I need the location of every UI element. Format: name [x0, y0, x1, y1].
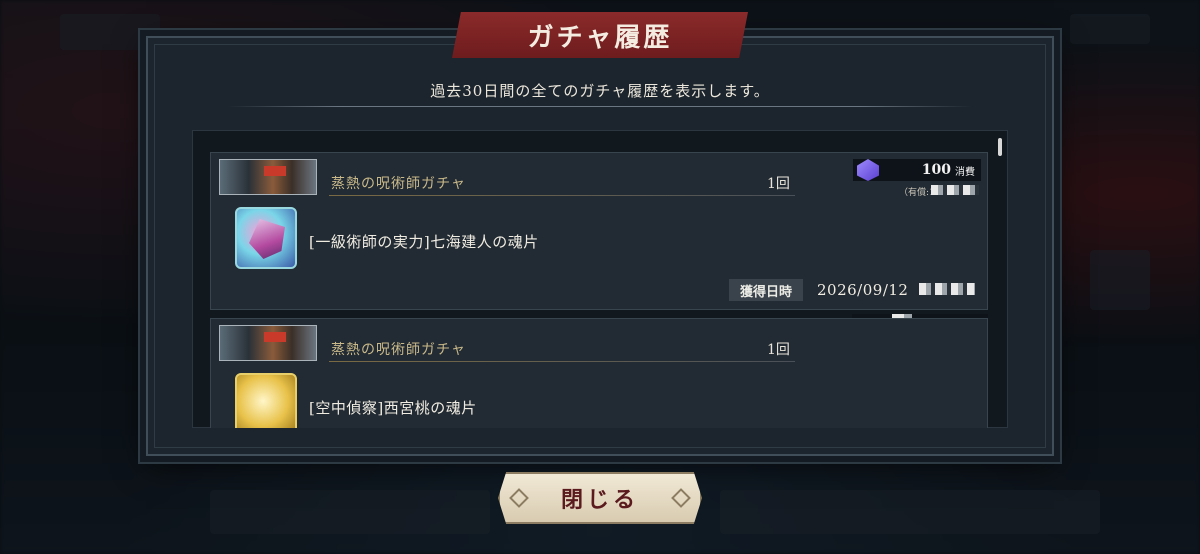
cost-display: 100 消費	[853, 159, 981, 181]
gacha-pull-count: 1回	[767, 342, 790, 358]
gacha-banner-thumbnail	[219, 325, 317, 361]
item-name: [一級術師の実力]七海建人の魂片	[309, 233, 539, 251]
gacha-name: 蒸熱の呪術師ガチャ	[331, 176, 466, 192]
soul-fragment-icon	[235, 373, 297, 435]
soul-fragment-icon	[235, 207, 297, 269]
name-divider	[329, 361, 795, 362]
subtitle-divider	[228, 106, 972, 107]
dialog-title: ガチャ履歴	[527, 22, 673, 53]
history-entry: 蒸熱の呪術師ガチャ 1回 [空中偵察]西宮桃の魂片	[210, 318, 988, 438]
paid-note: （有償:1	[899, 188, 935, 198]
cost-unit: 消費	[955, 166, 975, 178]
date-value: 2026/09/12	[817, 281, 909, 299]
date-label: 獲得日時	[729, 279, 803, 301]
list-scrollbar[interactable]	[998, 138, 1002, 156]
history-entry: 蒸熱の呪術師ガチャ 1回 100 消費 （有償:1 [一級術師の実力]七海建人の…	[210, 152, 988, 310]
cost-value: 100	[921, 162, 951, 178]
dialog-title-banner: ガチャ履歴	[452, 12, 748, 58]
list-bottom-edge	[192, 428, 1008, 440]
dialog-subtitle: 過去30日間の全てのガチャ履歴を表示します。	[430, 82, 770, 100]
gacha-pull-count: 1回	[767, 176, 790, 192]
censor-mosaic	[919, 283, 975, 295]
gacha-name: 蒸熱の呪術師ガチャ	[331, 342, 466, 358]
item-name: [空中偵察]西宮桃の魂片	[309, 399, 477, 417]
gacha-banner-thumbnail	[219, 159, 317, 195]
name-divider	[329, 195, 795, 196]
close-button-label: 閉じる	[560, 487, 639, 513]
gem-icon	[857, 159, 879, 181]
censor-mosaic	[931, 185, 979, 195]
